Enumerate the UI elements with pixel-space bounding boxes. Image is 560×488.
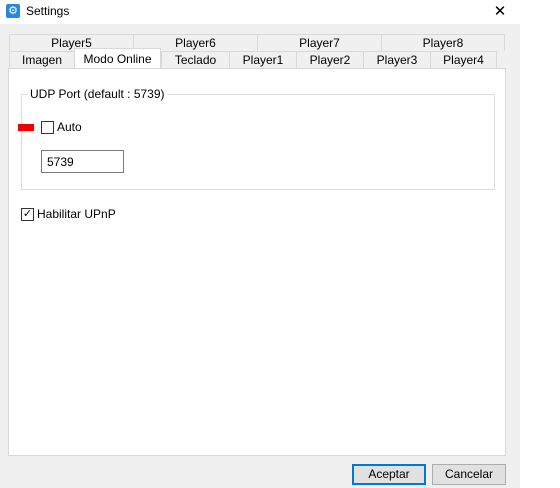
auto-checkbox-row[interactable]: Auto: [41, 120, 82, 134]
tab-player7[interactable]: Player7: [257, 34, 381, 51]
tab-player2[interactable]: Player2: [296, 51, 363, 68]
auto-checkbox-label: Auto: [57, 120, 82, 134]
udp-port-group-title: UDP Port (default : 5739): [28, 86, 167, 102]
tab-page-modo-online: UDP Port (default : 5739) Auto ✓ Habilit…: [8, 68, 506, 456]
accept-button[interactable]: Aceptar: [352, 464, 426, 485]
dialog-body: Player5 Player6 Player7 Player8 Imagen M…: [0, 24, 520, 488]
tab-teclado[interactable]: Teclado: [161, 51, 229, 68]
tab-player8[interactable]: Player8: [381, 34, 505, 51]
auto-checkbox[interactable]: [41, 120, 54, 134]
settings-window: ⚙ Settings ✕ Player5 Player6 Player7 Pla…: [0, 0, 560, 488]
upnp-checkbox-label: Habilitar UPnP: [37, 207, 116, 221]
tab-row-main: Imagen Modo Online Teclado Player1 Playe…: [9, 48, 497, 68]
upnp-checkbox[interactable]: ✓: [21, 207, 34, 221]
udp-port-input[interactable]: [41, 150, 124, 173]
close-icon[interactable]: ✕: [484, 0, 516, 24]
tab-modo-online[interactable]: Modo Online: [74, 48, 161, 68]
upnp-checkbox-row[interactable]: ✓ Habilitar UPnP: [21, 207, 116, 221]
window-title: Settings: [26, 4, 70, 18]
cancel-button[interactable]: Cancelar: [432, 464, 506, 485]
tab-player1[interactable]: Player1: [229, 51, 296, 68]
tab-player3[interactable]: Player3: [363, 51, 430, 68]
udp-port-group: UDP Port (default : 5739) Auto: [18, 86, 495, 190]
settings-gear-icon: ⚙: [6, 4, 20, 18]
red-annotation-marker: [18, 124, 34, 131]
title-bar: ⚙ Settings ✕: [0, 0, 560, 24]
tab-imagen[interactable]: Imagen: [9, 51, 74, 68]
tab-player4[interactable]: Player4: [430, 51, 497, 68]
